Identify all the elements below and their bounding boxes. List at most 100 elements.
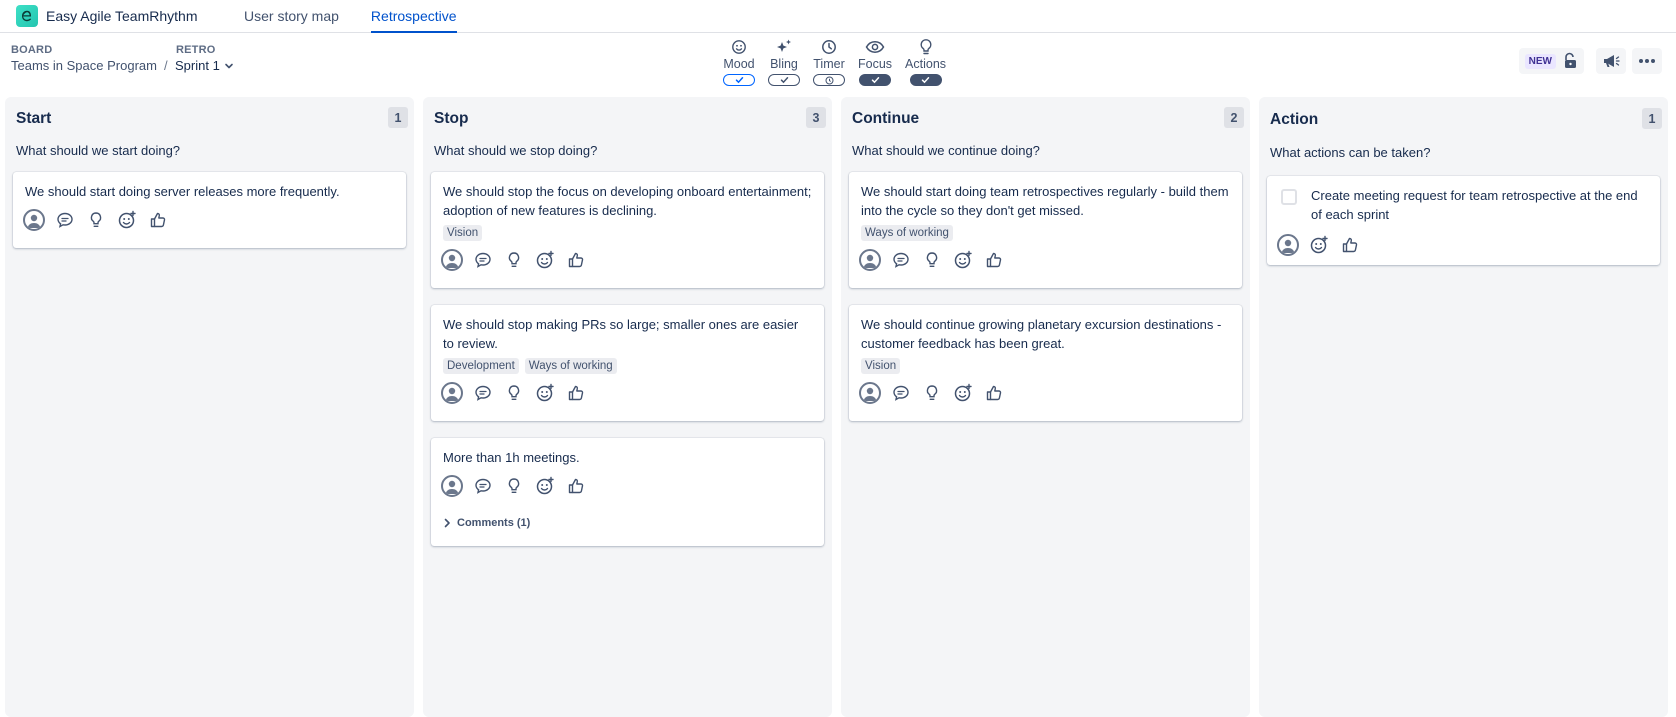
add-reaction-icon[interactable] — [116, 209, 138, 231]
avatar[interactable] — [23, 209, 45, 231]
card-text: We should continue growing planetary exc… — [861, 317, 1222, 351]
retro-card[interactable]: More than 1h meetings. Comments (1) — [431, 438, 824, 546]
column-continue: Continue 2 What should we continue doing… — [841, 97, 1250, 717]
thumbs-up-icon[interactable] — [565, 475, 587, 497]
app-logo-icon — [16, 5, 38, 27]
timer-switch[interactable] — [813, 74, 845, 86]
avatar[interactable] — [441, 249, 463, 271]
add-reaction-icon[interactable] — [534, 475, 556, 497]
lightbulb-icon[interactable] — [921, 382, 943, 404]
lock-retro-button[interactable]: NEW — [1518, 48, 1584, 74]
lightbulb-icon[interactable] — [85, 209, 107, 231]
board-link[interactable]: Teams in Space Program — [11, 58, 157, 73]
lightbulb-icon[interactable] — [503, 382, 525, 404]
retro-board: Start 1 What should we start doing? We s… — [5, 97, 1671, 717]
column-prompt: What actions can be taken? — [1270, 145, 1431, 160]
comment-icon[interactable] — [54, 209, 76, 231]
avatar[interactable] — [1277, 234, 1299, 256]
new-badge: NEW — [1524, 53, 1556, 69]
thumbs-up-icon[interactable] — [983, 249, 1005, 271]
card-label[interactable]: Development — [443, 358, 519, 374]
app-brand[interactable]: Easy Agile TeamRhythm — [0, 0, 232, 32]
check-icon — [871, 77, 879, 84]
card-actions — [1277, 232, 1648, 258]
header-actions: NEW — [1518, 48, 1662, 74]
actions-switch[interactable] — [909, 74, 942, 86]
mood-toggle[interactable]: Mood — [723, 38, 755, 86]
retro-card[interactable]: We should start doing server releases mo… — [13, 172, 406, 248]
comment-icon[interactable] — [472, 475, 494, 497]
add-reaction-icon[interactable] — [1308, 234, 1330, 256]
lightbulb-icon — [919, 38, 933, 56]
comment-icon[interactable] — [890, 249, 912, 271]
focus-toggle[interactable]: Focus — [858, 38, 892, 86]
retro-card[interactable]: We should stop the focus on developing o… — [431, 172, 824, 288]
sprint-select[interactable]: Sprint 1 — [175, 58, 234, 73]
column-count: 1 — [388, 107, 408, 128]
tab-retrospective[interactable]: Retrospective — [359, 0, 469, 33]
avatar[interactable] — [859, 382, 881, 404]
retro-card[interactable]: We should stop making PRs so large; smal… — [431, 305, 824, 421]
tab-user-story-map[interactable]: User story map — [232, 0, 351, 32]
comments-toggle[interactable]: Comments (1) — [443, 517, 812, 529]
bling-toggle[interactable]: Bling — [768, 38, 800, 86]
card-text: More than 1h meetings. — [443, 450, 580, 465]
mood-switch[interactable] — [723, 74, 755, 86]
user-icon — [445, 254, 459, 268]
breadcrumb-separator: / — [164, 58, 168, 73]
retro-label: RETRO — [176, 44, 216, 56]
thumbs-up-icon[interactable] — [565, 249, 587, 271]
announcement-button[interactable] — [1596, 48, 1626, 74]
avatar[interactable] — [441, 382, 463, 404]
bling-switch[interactable] — [768, 74, 800, 86]
card-label[interactable]: Ways of working — [524, 358, 617, 374]
add-reaction-icon[interactable] — [534, 249, 556, 271]
comment-icon[interactable] — [472, 249, 494, 271]
more-options-button[interactable] — [1632, 48, 1662, 74]
avatar[interactable] — [859, 249, 881, 271]
action-card[interactable]: Create meeting request for team retrospe… — [1267, 176, 1660, 265]
retro-card[interactable]: We should continue growing planetary exc… — [849, 305, 1242, 421]
actions-toggle[interactable]: Actions — [905, 38, 946, 86]
comment-icon[interactable] — [472, 382, 494, 404]
thumbs-up-icon[interactable] — [983, 382, 1005, 404]
focus-switch[interactable] — [859, 74, 892, 86]
card-actions — [23, 207, 394, 233]
lightbulb-icon[interactable] — [921, 249, 943, 271]
user-icon — [863, 387, 877, 401]
column-title: Action — [1270, 111, 1319, 128]
clock-icon — [821, 38, 837, 56]
app-name: Easy Agile TeamRhythm — [46, 8, 198, 24]
card-text: Create meeting request for team retrospe… — [1311, 188, 1638, 222]
card-labels: Vision — [861, 358, 1230, 374]
sprint-select-value: Sprint 1 — [175, 58, 220, 73]
lightbulb-icon[interactable] — [503, 475, 525, 497]
sparkle-icon — [775, 38, 793, 56]
card-label[interactable]: Vision — [443, 225, 483, 241]
chevron-right-icon — [444, 518, 450, 528]
thumbs-up-icon[interactable] — [565, 382, 587, 404]
lightbulb-icon[interactable] — [503, 249, 525, 271]
add-reaction-icon[interactable] — [952, 249, 974, 271]
megaphone-icon — [1604, 55, 1620, 67]
retro-card[interactable]: We should start doing team retrospective… — [849, 172, 1242, 288]
action-checkbox[interactable] — [1281, 189, 1297, 205]
card-label[interactable]: Ways of working — [861, 225, 953, 241]
avatar[interactable] — [441, 475, 463, 497]
column-title: Start — [16, 110, 52, 127]
check-icon — [921, 77, 930, 84]
timer-label: Timer — [813, 57, 845, 71]
timer-toggle[interactable]: Timer — [813, 38, 845, 86]
check-icon — [780, 77, 788, 84]
card-actions — [859, 247, 1230, 273]
add-reaction-icon[interactable] — [952, 382, 974, 404]
card-actions — [441, 473, 812, 499]
comment-icon[interactable] — [890, 382, 912, 404]
card-label[interactable]: Vision — [861, 358, 901, 374]
board-label: BOARD — [11, 44, 53, 56]
add-reaction-icon[interactable] — [534, 382, 556, 404]
thumbs-up-icon[interactable] — [1339, 234, 1361, 256]
actions-label: Actions — [905, 57, 947, 71]
thumbs-up-icon[interactable] — [147, 209, 169, 231]
column-prompt: What should we start doing? — [16, 143, 181, 158]
